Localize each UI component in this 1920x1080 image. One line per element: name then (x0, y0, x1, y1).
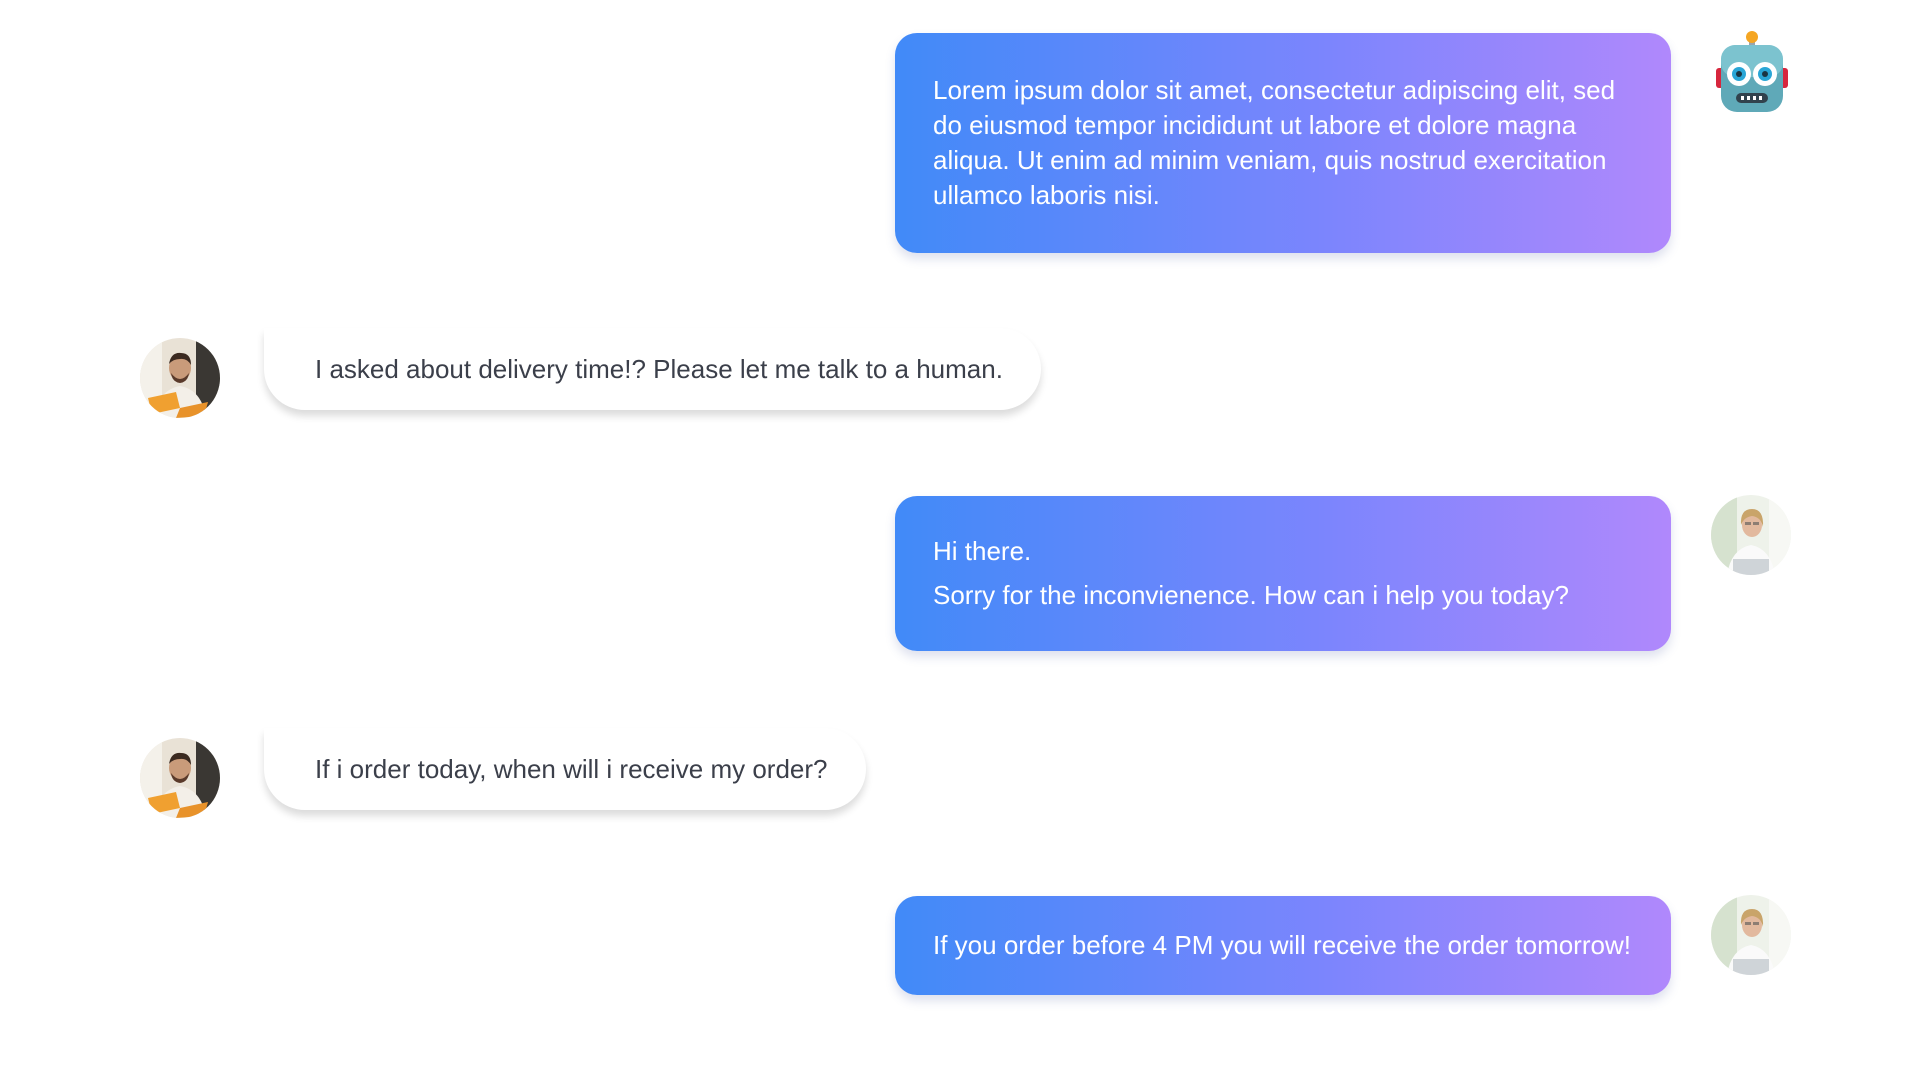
agent-avatar (1711, 495, 1791, 575)
customer-avatar (140, 338, 220, 418)
message-text: If i order today, when will i receive my… (315, 754, 828, 784)
message-text: Lorem ipsum dolor sit amet, consectetur … (933, 75, 1616, 210)
customer-message-bubble: If i order today, when will i receive my… (264, 728, 866, 810)
agent-message-bubble: Hi there. Sorry for the inconvienence. H… (895, 496, 1671, 651)
message-text: I asked about delivery time!? Please let… (315, 354, 1003, 384)
message-text-line: Sorry for the inconvienence. How can i h… (933, 580, 1569, 610)
message-text-line: Hi there. (933, 536, 1032, 566)
agent-message-bubble: If you order before 4 PM you will receiv… (895, 896, 1671, 995)
message-text: If you order before 4 PM you will receiv… (933, 930, 1631, 960)
customer-avatar (140, 738, 220, 818)
chat-conversation: Lorem ipsum dolor sit amet, consectetur … (0, 0, 1920, 1080)
customer-message-bubble: I asked about delivery time!? Please let… (264, 328, 1041, 410)
robot-icon (1714, 30, 1790, 114)
bot-message-bubble: Lorem ipsum dolor sit amet, consectetur … (895, 33, 1671, 253)
agent-avatar (1711, 895, 1791, 975)
